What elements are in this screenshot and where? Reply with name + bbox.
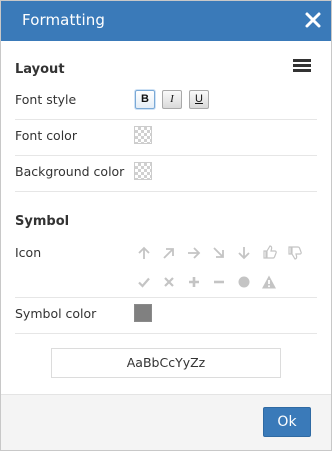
font-style-label: Font style <box>15 92 77 107</box>
underline-button[interactable]: U <box>189 90 209 109</box>
thumbs-down-icon[interactable] <box>287 245 303 261</box>
icon-label: Icon <box>15 245 42 260</box>
cross-icon[interactable] <box>161 274 177 290</box>
plus-icon[interactable] <box>186 274 202 290</box>
italic-button[interactable]: I <box>162 90 182 109</box>
check-icon[interactable] <box>136 274 152 290</box>
layout-menu-button[interactable] <box>293 59 311 73</box>
hamburger-menu-icon <box>293 59 311 62</box>
close-button[interactable] <box>301 8 325 32</box>
divider <box>15 191 317 192</box>
divider <box>15 119 317 120</box>
preview-box: AaBbCcYyZz <box>51 348 281 378</box>
background-color-swatch[interactable] <box>134 162 152 180</box>
minus-icon[interactable] <box>211 274 227 290</box>
arrow-right-icon[interactable] <box>186 245 202 261</box>
bold-button[interactable]: B <box>135 90 155 109</box>
dialog-title: Formatting <box>22 11 105 29</box>
dialog-footer: Ok <box>1 394 331 450</box>
background-color-label: Background color <box>15 164 125 179</box>
arrow-down-right-icon[interactable] <box>211 245 227 261</box>
formatting-dialog: Formatting Layout Font style B I U Font … <box>0 0 332 451</box>
divider <box>15 155 317 156</box>
arrow-up-icon[interactable] <box>136 245 152 261</box>
symbol-color-label: Symbol color <box>15 306 97 321</box>
symbol-section-title: Symbol <box>15 214 70 229</box>
close-icon <box>305 12 321 28</box>
symbol-color-swatch[interactable] <box>134 304 152 322</box>
arrow-up-right-icon[interactable] <box>161 245 177 261</box>
font-color-label: Font color <box>15 128 77 143</box>
layout-section-title: Layout <box>15 62 65 77</box>
dialog-body: Layout Font style B I U Font color Backg… <box>1 41 331 394</box>
thumbs-up-icon[interactable] <box>262 244 278 260</box>
circle-icon[interactable] <box>236 274 252 290</box>
ok-button[interactable]: Ok <box>263 407 311 437</box>
divider <box>15 297 317 298</box>
arrow-down-icon[interactable] <box>236 245 252 261</box>
dialog-titlebar: Formatting <box>1 1 331 41</box>
divider <box>15 333 317 334</box>
warning-icon[interactable] <box>261 274 277 290</box>
font-color-swatch[interactable] <box>134 126 152 144</box>
